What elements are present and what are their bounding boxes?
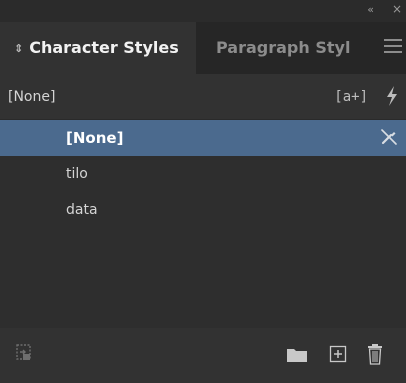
current-style-row: [None] [a+] [0, 74, 406, 120]
load-styles-icon[interactable] [14, 343, 34, 363]
tab-character-styles[interactable]: ⇕ Character Styles [0, 22, 196, 74]
tab-paragraph-styles-label: Paragraph Styl [216, 38, 351, 57]
sort-icon: ⇕ [14, 42, 24, 55]
plus-icon[interactable] [329, 345, 347, 363]
create-new-style-icon[interactable]: [a+] [334, 87, 368, 107]
collapse-panel-icon[interactable]: « [367, 3, 374, 17]
style-name: data [66, 202, 98, 218]
list-item[interactable]: data [0, 192, 406, 228]
list-item[interactable]: tilo [0, 156, 406, 192]
style-name: tilo [66, 166, 88, 182]
clear-overrides-icon[interactable] [380, 128, 398, 146]
style-name: [None] [66, 129, 124, 147]
folder-icon[interactable] [286, 347, 308, 363]
lightning-icon[interactable] [384, 85, 400, 107]
trash-icon[interactable] [366, 343, 384, 365]
current-style-label: [None] [8, 89, 56, 105]
panel-title-bar: « × [0, 0, 406, 22]
panel-footer [0, 328, 406, 383]
panel-tabs: ⇕ Character Styles Paragraph Styl [0, 22, 406, 74]
close-panel-icon[interactable]: × [392, 2, 402, 16]
styles-list: [None] tilo data [0, 120, 406, 328]
tab-character-styles-label: Character Styles [29, 38, 179, 57]
character-styles-panel: « × ⇕ Character Styles Paragraph Styl [No… [0, 0, 406, 383]
list-item[interactable]: [None] [0, 120, 406, 156]
tab-paragraph-styles[interactable]: Paragraph Styl [196, 22, 366, 74]
hamburger-menu-icon[interactable] [384, 39, 402, 53]
